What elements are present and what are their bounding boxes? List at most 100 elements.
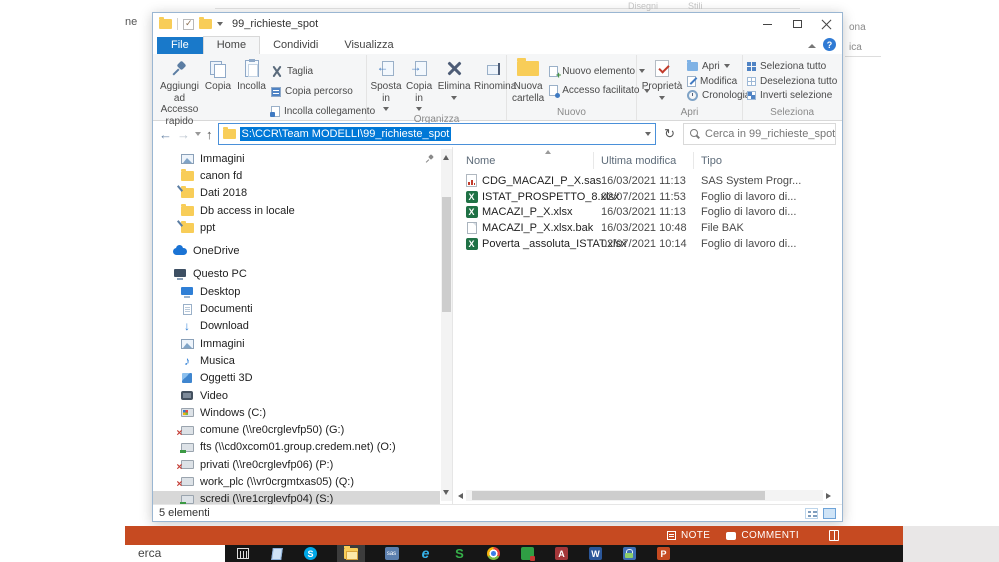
sidebar-scrollbar[interactable]: [441, 149, 452, 501]
copy-to-button[interactable]: Copia in: [403, 55, 435, 114]
sas-button[interactable]: sas: [384, 547, 399, 561]
search-input[interactable]: Cerca in 99_richieste_spot: [683, 123, 836, 145]
address-input[interactable]: S:\CCR\Team MODELLI\99_richieste_spot: [217, 123, 657, 145]
address-dropdown-caret-icon[interactable]: [645, 132, 652, 139]
history-button[interactable]: Cronologia: [687, 90, 750, 102]
forward-button[interactable]: →: [177, 128, 190, 141]
delete-button[interactable]: Elimina: [435, 55, 473, 114]
sidebar-item-documenti[interactable]: Documenti: [153, 300, 452, 317]
sidebar-item-questo-pc[interactable]: Questo PC: [153, 266, 452, 283]
notes-app-button[interactable]: [269, 547, 284, 561]
sidebar-item-label: Oggetti 3D: [200, 372, 253, 385]
sidebar-item-db-access[interactable]: Db access in locale: [153, 202, 452, 219]
cut-button[interactable]: Taglia: [271, 66, 375, 78]
file-explorer-button[interactable]: [337, 545, 365, 562]
sidebar-item-dati-2018[interactable]: Dati 2018: [153, 185, 452, 202]
sidebar-item-ppt[interactable]: ppt: [153, 219, 452, 236]
new-item-button[interactable]: Nuovo elemento: [549, 65, 649, 80]
paste-button[interactable]: Incolla: [234, 55, 269, 127]
powerpoint-comments-button[interactable]: COMMENTI: [726, 530, 799, 541]
sidebar-item-canon-fd[interactable]: canon fd: [153, 167, 452, 184]
sidebar-item-privati-p[interactable]: privati (\\re0crglevfp06) (P:): [153, 456, 452, 474]
open-button[interactable]: Apri: [687, 59, 750, 72]
paste-shortcut-button[interactable]: Incolla collegamento: [269, 105, 375, 117]
file-row[interactable]: CDG_MACAZI_P_X.sas 16/03/2021 11:13 SAS …: [453, 173, 842, 189]
large-icons-view-icon[interactable]: [823, 507, 836, 519]
edit-button[interactable]: Modifica: [687, 75, 750, 87]
pin-to-quick-access-button[interactable]: Aggiungi ad Accesso rapido: [157, 55, 202, 127]
scrollbar-thumb[interactable]: [442, 197, 451, 312]
powerpoint-button[interactable]: [656, 547, 671, 561]
sidebar-item-comune-g[interactable]: comune (\\re0crglevfp50) (G:): [153, 421, 452, 439]
details-view-icon[interactable]: [805, 507, 818, 519]
tab-home[interactable]: Home: [202, 36, 261, 54]
move-to-button[interactable]: Sposta in: [369, 55, 403, 114]
address-path-selected-text[interactable]: S:\CCR\Team MODELLI\99_richieste_spot: [239, 127, 452, 141]
sidebar-item-video[interactable]: Video: [153, 387, 452, 404]
tab-visualizza[interactable]: Visualizza: [331, 37, 406, 54]
maximize-button[interactable]: [782, 14, 812, 34]
windows-search-box-text[interactable]: erca: [138, 546, 161, 560]
view-mode-icon[interactable]: [829, 530, 839, 541]
skype-button[interactable]: S: [303, 547, 318, 561]
credential-manager-button[interactable]: [622, 547, 637, 561]
scroll-down-icon[interactable]: [443, 490, 449, 498]
sidebar-item-oggetti-3d[interactable]: Oggetti 3D: [153, 370, 452, 387]
properties-qat-icon[interactable]: [183, 18, 194, 30]
sidebar-item-download[interactable]: Download: [153, 318, 452, 335]
close-button[interactable]: [812, 14, 842, 34]
collapse-ribbon-icon[interactable]: [808, 40, 816, 48]
refresh-button[interactable]: ↻: [661, 126, 678, 142]
easy-access-button[interactable]: Accesso facilitato: [549, 85, 650, 99]
new-folder-button[interactable]: Nuova cartella: [509, 55, 547, 107]
scroll-left-icon[interactable]: [455, 492, 463, 499]
up-button[interactable]: ↑: [206, 128, 213, 141]
scroll-right-icon[interactable]: [826, 492, 834, 499]
access-button[interactable]: [554, 547, 569, 561]
green-app-button[interactable]: [520, 547, 535, 561]
sidebar-item-desktop[interactable]: Desktop: [153, 283, 452, 300]
tab-file[interactable]: File: [157, 37, 203, 54]
properties-button[interactable]: Proprietà: [639, 55, 685, 107]
scrollbar-thumb[interactable]: [472, 491, 765, 500]
column-header-ultima-modifica[interactable]: Ultima modifica: [601, 155, 676, 167]
minimize-button[interactable]: [752, 14, 782, 34]
file-row[interactable]: Poverta _assoluta_ISTAT.xlsx 02/07/2021 …: [453, 236, 842, 252]
column-separator[interactable]: [593, 152, 594, 169]
back-button[interactable]: ←: [159, 128, 172, 141]
sidebar-item-immagini[interactable]: Immagini: [153, 335, 452, 352]
sidebar-item-immagini-quick[interactable]: Immagini: [153, 150, 452, 167]
sidebar-item-musica[interactable]: Musica: [153, 352, 452, 369]
file-row[interactable]: ISTAT_PROSPETTO_8.xlsx 02/07/2021 11:53 …: [453, 189, 842, 205]
sidebar-item-windows-c[interactable]: Windows (C:): [153, 404, 452, 421]
select-none-button[interactable]: Deseleziona tutto: [747, 76, 837, 87]
scrollbar-track[interactable]: [466, 490, 823, 501]
file-row[interactable]: MACAZI_P_X.xlsx.bak 16/03/2021 10:48 Fil…: [453, 220, 842, 236]
scroll-up-icon[interactable]: [443, 152, 449, 160]
powerpoint-notes-button[interactable]: NOTE: [666, 530, 710, 541]
sidebar-item-onedrive[interactable]: OneDrive: [153, 242, 452, 259]
task-view-button[interactable]: [235, 547, 250, 561]
select-all-button[interactable]: Seleziona tutto: [747, 61, 837, 72]
copy-button[interactable]: Copia: [202, 55, 234, 127]
recent-locations-caret-icon[interactable]: [195, 132, 201, 139]
column-header-nome[interactable]: Nome: [466, 155, 495, 167]
sidebar-item-scredi-s[interactable]: scredi (\\re1crglevfp04) (S:): [153, 490, 440, 504]
customize-qat-caret-icon[interactable]: [217, 22, 223, 29]
internet-explorer-button[interactable]: [418, 547, 433, 561]
invert-selection-button[interactable]: Inverti selezione: [747, 90, 837, 101]
sidebar-item-work-plc-q[interactable]: work_plc (\\vr0crgmtxas05) (Q:): [153, 473, 452, 491]
column-header-tipo[interactable]: Tipo: [701, 155, 722, 167]
word-button[interactable]: [588, 547, 603, 561]
help-icon[interactable]: ?: [823, 38, 836, 51]
title-bar[interactable]: 99_richieste_spot: [153, 13, 842, 35]
copy-path-button[interactable]: Copia percorso: [270, 86, 375, 97]
new-folder-qat-icon[interactable]: [199, 17, 212, 29]
column-separator[interactable]: [693, 152, 694, 169]
chrome-button[interactable]: [486, 547, 501, 561]
tab-condividi[interactable]: Condividi: [260, 37, 331, 54]
file-row[interactable]: MACAZI_P_X.xlsx 16/03/2021 11:13 Foglio …: [453, 204, 842, 220]
skype-for-business-button[interactable]: [452, 547, 467, 561]
sidebar-item-fts-o[interactable]: fts (\\cd0xcom01.group.credem.net) (O:): [153, 439, 452, 456]
horizontal-scrollbar[interactable]: [455, 489, 834, 502]
